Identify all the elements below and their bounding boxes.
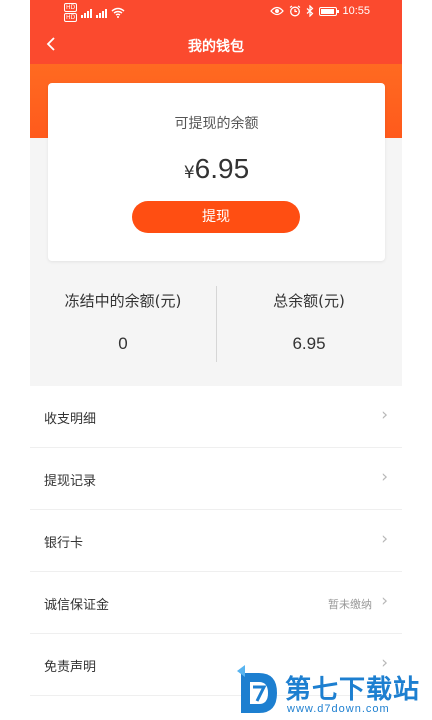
watermark-url: www.d7down.com bbox=[287, 703, 390, 715]
status-right: 10:55 bbox=[270, 5, 370, 17]
signal-icon bbox=[96, 8, 108, 18]
chevron-right-icon: › bbox=[381, 405, 388, 425]
withdraw-button[interactable]: 提现 bbox=[132, 201, 300, 233]
deposit-status: 暂未缴纳 bbox=[328, 598, 372, 611]
wifi-icon bbox=[111, 7, 125, 18]
total-balance-value: 6.95 bbox=[292, 334, 326, 353]
currency-symbol: ¥ bbox=[183, 163, 195, 183]
frozen-balance-label: 冻结中的余额(元) bbox=[64, 292, 182, 310]
hd-tag: HD bbox=[64, 13, 78, 22]
signal-icon bbox=[81, 8, 93, 18]
balance-card: 可提现的余额 ¥6.95 提现 bbox=[48, 83, 385, 261]
status-time: 10:55 bbox=[342, 5, 370, 17]
total-balance: 总余额(元) 6.95 bbox=[216, 270, 402, 370]
chevron-right-icon: › bbox=[381, 529, 388, 549]
menu-item-transactions[interactable]: 收支明细 › bbox=[30, 386, 402, 448]
status-left: HD HD bbox=[64, 3, 125, 22]
eye-icon bbox=[270, 6, 285, 16]
withdrawable-amount: ¥6.95 bbox=[48, 153, 385, 185]
watermark: 第七下载站 www.d7down.com bbox=[237, 665, 432, 720]
menu-item-label: 收支明细 bbox=[44, 412, 97, 427]
total-balance-label: 总余额(元) bbox=[273, 292, 345, 310]
bluetooth-icon bbox=[307, 5, 314, 17]
balance-stats: 冻结中的余额(元) 0 总余额(元) 6.95 bbox=[30, 270, 402, 386]
d7-logo-icon bbox=[237, 665, 277, 713]
hd-icon: HD HD bbox=[64, 3, 78, 22]
alarm-icon bbox=[290, 5, 301, 17]
frozen-balance-value: 0 bbox=[118, 334, 128, 353]
page: HD HD 10:55 我的钱包 可提现的余额 ¥6.95 提现 冻结中的余额(… bbox=[0, 0, 432, 720]
withdrawable-label: 可提现的余额 bbox=[174, 116, 259, 132]
page-title: 我的钱包 bbox=[188, 39, 244, 55]
status-bar: HD HD 10:55 bbox=[30, 0, 402, 26]
frozen-balance: 冻结中的余额(元) 0 bbox=[30, 270, 216, 370]
battery-icon bbox=[319, 6, 340, 16]
menu-item-label: 提现记录 bbox=[44, 474, 97, 489]
menu-item-bank-card[interactable]: 银行卡 › bbox=[30, 510, 402, 572]
menu-item-withdraw-records[interactable]: 提现记录 › bbox=[30, 448, 402, 510]
chevron-right-icon: › bbox=[381, 591, 388, 611]
chevron-right-icon: › bbox=[381, 467, 388, 487]
phone-screen: HD HD 10:55 我的钱包 可提现的余额 ¥6.95 提现 冻结中的余额(… bbox=[30, 0, 402, 720]
hd-tag: HD bbox=[64, 3, 78, 12]
menu-item-label: 诚信保证金 bbox=[44, 598, 110, 613]
menu-item-label: 免责声明 bbox=[44, 660, 97, 675]
nav-bar: 我的钱包 bbox=[30, 26, 402, 64]
menu-item-deposit[interactable]: 诚信保证金 暂未缴纳 › bbox=[30, 572, 402, 634]
amount-value: 6.95 bbox=[194, 153, 250, 184]
menu-item-label: 银行卡 bbox=[44, 536, 84, 551]
watermark-name: 第七下载站 bbox=[285, 675, 421, 705]
